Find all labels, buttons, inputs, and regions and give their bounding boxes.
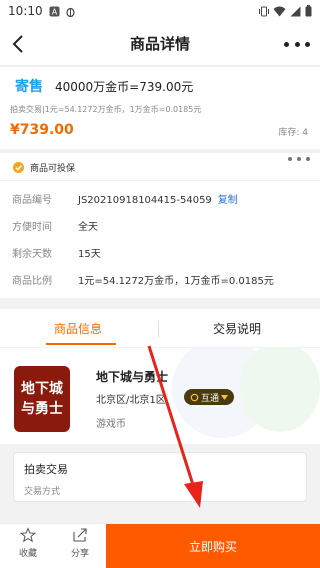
status-time: 10:10 bbox=[8, 4, 43, 18]
more-options-icon[interactable] bbox=[284, 34, 310, 54]
guarantee-more-icon[interactable] bbox=[288, 157, 310, 163]
game-region: 北京区/北京1区 bbox=[96, 395, 166, 406]
nav-bar: 商品详情 bbox=[0, 22, 320, 66]
back-arrow-icon[interactable] bbox=[8, 32, 30, 56]
battery-icon bbox=[305, 5, 312, 17]
svg-text:A: A bbox=[51, 7, 57, 16]
app-notification-icon: A bbox=[49, 6, 60, 16]
info-key: 剩余天数 bbox=[12, 249, 52, 260]
info-value: 1元=54.1272万金币，1万金币=0.0185元 bbox=[78, 276, 274, 287]
vibrate-icon bbox=[259, 6, 269, 16]
favorite-button[interactable]: 收藏 bbox=[8, 527, 48, 567]
info-table: 商品编号 JS20210918104415-54059 复制 方便时间 全天 剩余… bbox=[0, 180, 320, 298]
share-icon bbox=[73, 528, 87, 542]
star-icon bbox=[20, 527, 36, 543]
bottom-action-bar: 收藏 分享 立即购买 bbox=[0, 523, 320, 568]
product-card: 寄售 40000万金币=739.00元 拍卖交易|1元=54.1272万金币，1… bbox=[0, 67, 320, 149]
game-currency-type: 游戏币 bbox=[96, 419, 126, 430]
status-icons bbox=[259, 5, 312, 17]
tab-trade-notes[interactable]: 交易说明 bbox=[213, 320, 261, 337]
copy-link[interactable]: 复制 bbox=[218, 195, 238, 206]
tab-product-info[interactable]: 商品信息 bbox=[54, 320, 102, 337]
info-row-time: 方便时间 全天 bbox=[0, 210, 320, 236]
tab-divider bbox=[158, 321, 159, 337]
product-subtitle: 拍卖交易|1元=54.1272万金币，1万金币=0.0185元 bbox=[10, 105, 202, 114]
info-key: 商品编号 bbox=[12, 195, 52, 206]
wifi-icon bbox=[273, 6, 286, 16]
chevron-down-icon bbox=[221, 394, 229, 400]
active-tab-underline bbox=[46, 343, 116, 345]
product-price: ¥739.00 bbox=[10, 122, 74, 138]
info-key: 方便时间 bbox=[12, 222, 52, 233]
game-info: 地下城 与勇士 地下城与勇士 北京区/北京1区 互通 游戏币 bbox=[0, 348, 320, 444]
game-logo: 地下城 与勇士 bbox=[14, 366, 70, 432]
trade-method-box: 拍卖交易 交易方式 bbox=[13, 452, 307, 502]
trade-method-label: 交易方式 bbox=[24, 487, 61, 497]
favorite-label: 收藏 bbox=[18, 549, 37, 559]
svg-text:寄售: 寄售 bbox=[15, 78, 43, 95]
guarantee-label: 商品可投保 bbox=[30, 164, 76, 174]
info-row-id: 商品编号 JS20210918104415-54059 复制 bbox=[0, 183, 320, 209]
consignment-logo-icon: 寄售 bbox=[10, 77, 48, 95]
info-row-days: 剩余天数 15天 bbox=[0, 237, 320, 263]
info-value: 15天 bbox=[78, 249, 101, 260]
info-value: JS20210918104415-54059 复制 bbox=[78, 195, 238, 206]
background-decoration bbox=[240, 348, 320, 432]
info-row-ratio: 商品比例 1元=54.1272万金币，1万金币=0.0185元 bbox=[0, 264, 320, 290]
info-key: 商品比例 bbox=[12, 276, 52, 287]
detail-tabs: 商品信息 交易说明 bbox=[0, 309, 320, 347]
page-title: 商品详情 bbox=[129, 35, 190, 53]
game-name: 地下城与勇士 bbox=[96, 370, 169, 384]
signal-icon bbox=[290, 6, 301, 16]
trade-method-value: 拍卖交易 bbox=[24, 463, 68, 476]
stock-count: 库存: 4 bbox=[278, 128, 308, 138]
check-badge-icon bbox=[13, 162, 24, 173]
bug-icon bbox=[65, 7, 75, 17]
share-label: 分享 bbox=[70, 549, 89, 559]
info-value: 全天 bbox=[78, 222, 98, 233]
guarantee-row: 商品可投保 bbox=[0, 152, 320, 180]
buy-now-button[interactable]: 立即购买 bbox=[106, 524, 320, 568]
product-name: 40000万金币=739.00元 bbox=[55, 80, 194, 94]
status-bar: 10:10 A bbox=[0, 0, 320, 22]
refresh-icon bbox=[190, 393, 199, 401]
interop-badge[interactable]: 互通 bbox=[184, 389, 235, 405]
share-button[interactable]: 分享 bbox=[60, 527, 100, 567]
